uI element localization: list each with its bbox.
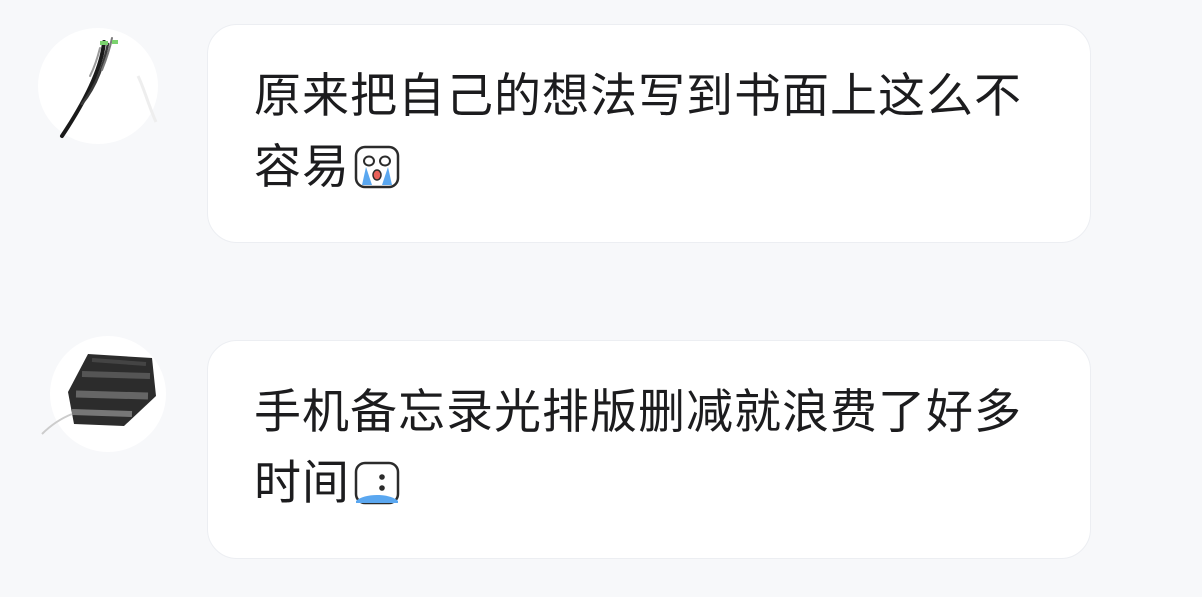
avatar-scribble-image [38,28,158,144]
message-text: 手机备忘录光排版删减就浪费了好多时间 [254,377,1054,519]
message-bubble[interactable]: 手机备忘录光排版删减就浪费了好多时间 [207,340,1091,559]
crying-face-icon [354,138,400,189]
avatar[interactable] [32,24,168,164]
avatar-scribble-image [41,336,166,452]
message-text: 原来把自己的想法写到书面上这么不容易 [254,61,1054,203]
message-bubble[interactable]: 原来把自己的想法写到书面上这么不容易 [207,24,1091,243]
avatar[interactable] [32,314,168,454]
tearful-face-icon [354,454,400,505]
